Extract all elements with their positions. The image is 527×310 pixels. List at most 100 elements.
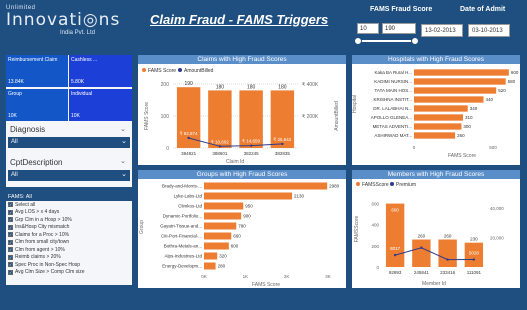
- bar: [414, 87, 497, 94]
- x-tick-label: 384821: [181, 151, 197, 156]
- diagnosis-dropdown[interactable]: All ⌄: [8, 137, 130, 148]
- bar-data-label: 440: [486, 97, 494, 102]
- members-chart-panel: Members with High Fraud Scores FAMSScore…: [352, 170, 520, 288]
- bar: [414, 69, 509, 76]
- legend-label: FAMSScore: [362, 182, 389, 188]
- y-axis-label: Group: [139, 220, 145, 234]
- fams-list-item[interactable]: ✓ Claims for a Proc > 10%: [6, 231, 132, 239]
- y-tick-label: Bothra-Metals-an...: [164, 244, 202, 249]
- x-tick-label: 2K: [284, 274, 290, 279]
- card-individual[interactable]: Individual 10K: [69, 89, 132, 121]
- card-reimbursement[interactable]: Reimbursement Claim 13.84K: [6, 55, 68, 87]
- checkbox-icon[interactable]: ✓: [8, 217, 13, 223]
- bar: [204, 232, 232, 240]
- date-end-input[interactable]: 03-10-2013: [468, 24, 510, 37]
- y-axis-label: FAMSScore: [354, 215, 360, 242]
- bar: [204, 262, 216, 270]
- bar-data-label: 2130: [294, 194, 305, 199]
- fams-list-item[interactable]: ✓ Reimb claims > 20%: [6, 254, 132, 262]
- checkbox-icon[interactable]: ✓: [8, 202, 13, 208]
- bar-data-label: 180: [247, 84, 256, 90]
- line-point: [393, 253, 397, 257]
- fams-list-header: FAMS: All: [6, 193, 132, 201]
- cpt-description-label: CptDescription: [10, 158, 63, 167]
- fams-list-item[interactable]: ✓ Clm from agent > 10%: [6, 246, 132, 254]
- y-tick-label: 400: [371, 223, 379, 228]
- bar: [204, 202, 244, 210]
- x-tick-label: 111091: [467, 270, 482, 275]
- y-axis-label: Hospital: [352, 95, 358, 113]
- legend-label: AmountBilled: [184, 68, 214, 74]
- footer-bar: [0, 292, 527, 310]
- hospitals-chart-title: Hospitals with High Fraud Scores: [352, 55, 520, 64]
- card-label: Cashless ...: [71, 57, 98, 63]
- checkbox-icon[interactable]: ✓: [8, 232, 13, 238]
- x-tick-label: 382245: [244, 151, 260, 156]
- line-point: [446, 258, 449, 261]
- logo-subtitle: India Pvt. Ltd: [60, 30, 96, 36]
- checkbox-icon[interactable]: ✓: [8, 209, 13, 215]
- bar-data-label: 310: [465, 115, 473, 120]
- y-tick-label: Lyke-Labs-Ltd: [174, 194, 203, 199]
- y-tick-label: KADIMI NURSIN...: [374, 79, 412, 84]
- x-tick-label: 382835: [275, 151, 291, 156]
- line-data-label: ₹ 10,602: [211, 139, 229, 144]
- fams-list-item[interactable]: ✓ Avg Clm Size > Comp Clm size: [6, 269, 132, 277]
- chevron-down-icon[interactable]: ⌄: [120, 157, 126, 165]
- x-tick-label: 233416: [440, 270, 456, 275]
- card-value: 10K: [8, 113, 17, 119]
- members-chart: FAMSScore Premium 600 400 200 0 40,000 20,000 FA…: [354, 182, 504, 287]
- card-label: Individual: [71, 91, 93, 97]
- dropdown-value: All: [11, 172, 18, 178]
- y2-axis-label: AmountBilled: [334, 101, 340, 131]
- bar: [204, 212, 242, 220]
- checkbox-icon[interactable]: ✓: [8, 224, 13, 230]
- score-slider-max-handle[interactable]: [411, 37, 419, 45]
- chevron-down-icon[interactable]: ⌄: [120, 125, 126, 133]
- card-label: Group: [8, 91, 22, 97]
- fams-list-item[interactable]: ✓ Clm from small city/town: [6, 239, 132, 247]
- card-value: 5.80K: [71, 79, 85, 85]
- legend-label: Premium: [396, 182, 416, 188]
- bar-data-label: 340: [470, 106, 478, 111]
- checkbox-icon[interactable]: ✓: [8, 239, 13, 245]
- fams-list-item[interactable]: ✓ Grp Clm in a Hosp > 10%: [6, 216, 132, 224]
- y-tick-label: 200: [161, 82, 170, 88]
- bar: [204, 192, 293, 200]
- fams-list-item[interactable]: ✓ Ins&Hosp City mismatch: [6, 224, 132, 232]
- checkbox-icon[interactable]: ✓: [8, 254, 13, 260]
- bar-data-label: 520: [498, 88, 506, 93]
- fams-list-item[interactable]: ✓ Avg LOS > x 4 days: [6, 209, 132, 217]
- score-slider-min-handle[interactable]: [354, 37, 362, 45]
- company-logo: Innovati◎ns: [6, 10, 121, 30]
- y-tick-label: 600: [371, 202, 379, 207]
- claims-chart-title: Claims with High Fraud Scores: [138, 55, 346, 64]
- fams-item-label: Avg Clm Size > Comp Clm size: [15, 269, 85, 276]
- checkbox-icon[interactable]: ✓: [8, 262, 13, 268]
- bar-data-label: 320: [219, 254, 227, 259]
- claims-chart: FAMS Score AmountBilled 200 100 0 ₹ 400K ₹ 200…: [142, 68, 340, 165]
- card-cashless[interactable]: Cashless ... 5.80K: [69, 55, 132, 87]
- fams-item-label: Reimb claims > 20%: [15, 254, 61, 261]
- cpt-dropdown[interactable]: All ⌄: [8, 170, 130, 181]
- score-min-input[interactable]: 10: [357, 23, 379, 34]
- y-tick-label: METAS ADVENTI...: [373, 124, 412, 129]
- groups-chart-panel: Groups with High Fraud Scores Brady-and-…: [138, 170, 346, 288]
- y-tick-label: Kaka BA Rural H...: [374, 70, 412, 75]
- checkbox-icon[interactable]: ✓: [8, 247, 13, 253]
- y2-tick-label: ₹ 400K: [302, 82, 319, 88]
- bar-data-label: 600: [511, 70, 519, 75]
- checkbox-icon[interactable]: ✓: [8, 269, 13, 275]
- fams-list-item[interactable]: ✓ Spec Proc in Non-Spec Hosp: [6, 261, 132, 269]
- score-max-input[interactable]: 190: [382, 23, 416, 34]
- score-slider-track[interactable]: [357, 40, 415, 42]
- card-value: 13.84K: [8, 79, 24, 85]
- fams-list-item[interactable]: ✓ Select all: [6, 201, 132, 209]
- fams-item-label: Spec Proc in Non-Spec Hosp: [15, 261, 81, 268]
- legend-marker: [356, 182, 360, 186]
- line-point: [420, 246, 423, 249]
- y-tick-label: 100: [161, 114, 170, 120]
- date-start-input[interactable]: 13-02-2013: [421, 24, 463, 37]
- bar: [414, 105, 468, 112]
- card-group[interactable]: Group 10K: [6, 89, 68, 121]
